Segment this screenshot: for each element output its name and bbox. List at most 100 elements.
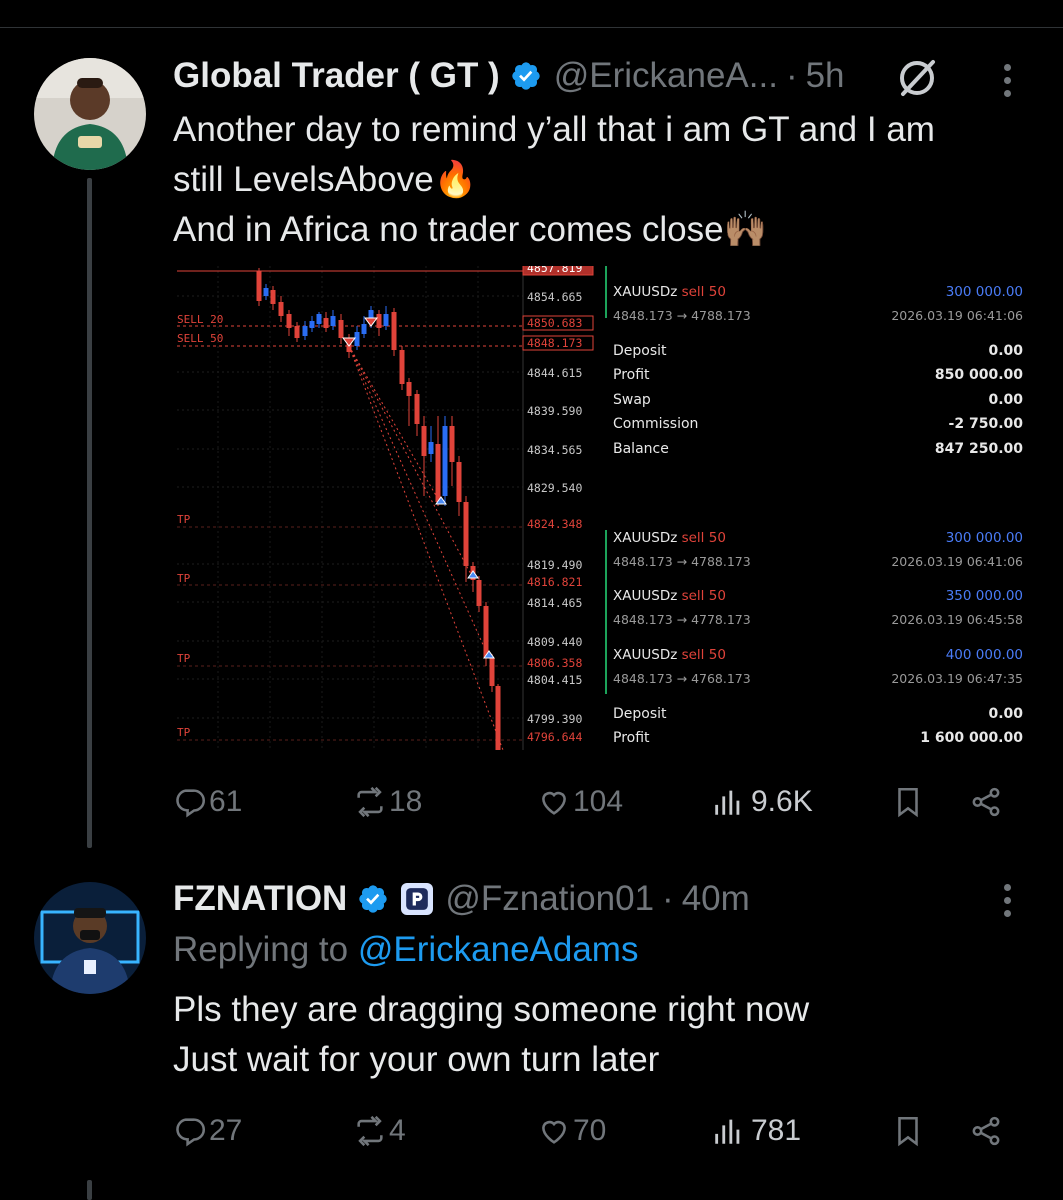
candle-body [323, 318, 329, 328]
trade-symbol: XAUUSDz sell 50 [613, 530, 726, 546]
views-button[interactable]: 9.6K [711, 782, 813, 822]
price-label: 4839.590 [527, 404, 582, 418]
trade-side: sell 50 [682, 530, 726, 546]
reply-button[interactable]: 27 [173, 1111, 242, 1151]
trade-time: 2026.03.19 06:45:58 [891, 612, 1023, 627]
trade-profit: 300 000.00 [946, 284, 1023, 300]
views-icon [715, 1119, 740, 1144]
repost-button[interactable]: 4 [353, 1111, 406, 1151]
like-button[interactable]: 70 [537, 1111, 606, 1151]
trade-side: sell 50 [682, 588, 726, 604]
bookmark-button[interactable] [891, 1111, 927, 1151]
heart-icon [542, 1120, 566, 1144]
author-name[interactable]: Global Trader ( GT ) [173, 56, 500, 96]
replying-to-link[interactable]: @ErickaneAdams [358, 930, 639, 969]
trade-route: 4848.173 → 4778.173 [613, 612, 751, 627]
reply-button[interactable]: 61 [173, 782, 242, 822]
summary-value: 850 000.00 [935, 367, 1023, 383]
replying-prefix: Replying to [173, 930, 358, 969]
entry-arrow [364, 317, 378, 327]
price-label: 4834.565 [527, 443, 582, 457]
candle-body [476, 580, 482, 606]
bookmark-icon [898, 1116, 918, 1147]
like-count: 104 [573, 785, 624, 818]
share-button[interactable] [969, 782, 1005, 822]
candle-body [414, 394, 420, 424]
affiliate-badge-icon [401, 883, 434, 915]
trade-time: 2026.03.19 06:47:35 [891, 671, 1023, 686]
tp-label: TP [177, 652, 191, 665]
trade-time: 2026.03.19 06:41:06 [891, 554, 1023, 569]
summary-label: Commission [613, 416, 698, 432]
tweet2-header: FZNATION @Fznation01 · 40m [173, 877, 750, 921]
trade-symbol: XAUUSDz sell 50 [613, 284, 726, 300]
grok-icon[interactable] [895, 56, 939, 100]
views-icon [715, 790, 740, 815]
more-options-icon[interactable] [997, 64, 1017, 97]
trade-line [348, 345, 442, 505]
avatar-global-trader[interactable] [34, 58, 146, 170]
post-time[interactable]: 40m [682, 879, 750, 919]
trade-side: sell 50 [682, 647, 726, 663]
level-label: 4816.821 [527, 575, 582, 589]
verified-badge-icon [357, 883, 389, 915]
trading-chart-image[interactable]: 4854.665 4844.615 4839.590 4834.565 4829.540… [173, 266, 1031, 750]
candle-body [294, 326, 300, 338]
level-label: 4806.358 [527, 656, 582, 670]
candle-body [483, 606, 489, 658]
summary-label: Swap [613, 392, 651, 408]
post-time[interactable]: 5h [806, 56, 845, 96]
candle-body [463, 502, 469, 566]
repost-icon [357, 1115, 383, 1147]
summary-value: 0.00 [988, 343, 1023, 359]
candle-body [309, 321, 315, 328]
repost-count: 4 [389, 1114, 406, 1147]
tweet2-text: Pls they are dragging someone right now … [173, 990, 810, 1079]
candle-body [495, 686, 501, 750]
author-name[interactable]: FZNATION [173, 879, 347, 919]
tp-label: TP [177, 572, 191, 585]
share-icon [972, 1116, 1000, 1146]
candle-body [456, 462, 462, 502]
thread-line-bottom [87, 1180, 92, 1200]
candle-body [399, 350, 405, 384]
candle-body [302, 326, 308, 336]
reply-icon [176, 1118, 206, 1147]
candle-body [449, 426, 455, 462]
author-handle[interactable]: @ErickaneA... [554, 56, 778, 96]
candle-body [361, 324, 367, 334]
more-options-icon[interactable] [997, 884, 1017, 917]
price-label: 4829.540 [527, 481, 582, 495]
price-label: 4804.415 [527, 673, 582, 687]
like-button[interactable]: 104 [537, 782, 623, 822]
summary-label: Profit [613, 730, 650, 746]
trade-side: sell 50 [682, 284, 726, 300]
views-button[interactable]: 781 [711, 1111, 801, 1151]
bookmark-button[interactable] [891, 782, 927, 822]
repost-button[interactable]: 18 [353, 782, 422, 822]
trade-symbol: XAUUSDz sell 50 [613, 588, 726, 604]
share-icon [972, 787, 1000, 817]
tweet1-header: Global Trader ( GT ) @ErickaneA... · 5h [173, 54, 845, 98]
level-label: 4850.683 [527, 316, 582, 330]
trade-profit: 350 000.00 [946, 588, 1023, 604]
candle-body [428, 442, 434, 454]
tweet1-actions: 61 18 104 9.6K [173, 782, 1023, 822]
candle-body [421, 426, 427, 456]
price-label: 4854.665 [527, 290, 582, 304]
summary-value: 847 250.00 [935, 441, 1023, 457]
thread-line [87, 178, 92, 848]
share-button[interactable] [969, 1111, 1005, 1151]
bookmark-icon [898, 787, 918, 818]
candle-body [435, 444, 441, 502]
trade-route: 4848.173 → 4788.173 [613, 308, 751, 323]
reply-count: 27 [209, 1114, 243, 1147]
candle-body [442, 426, 448, 496]
trade-symbol: XAUUSDz sell 50 [613, 647, 726, 663]
summary-label: Balance [613, 441, 669, 457]
avatar-fznation[interactable] [34, 882, 146, 994]
reply-icon [176, 789, 206, 818]
trade-profit: 300 000.00 [946, 530, 1023, 546]
author-handle[interactable]: @Fznation01 [445, 879, 654, 919]
entry-arrow [342, 337, 356, 347]
